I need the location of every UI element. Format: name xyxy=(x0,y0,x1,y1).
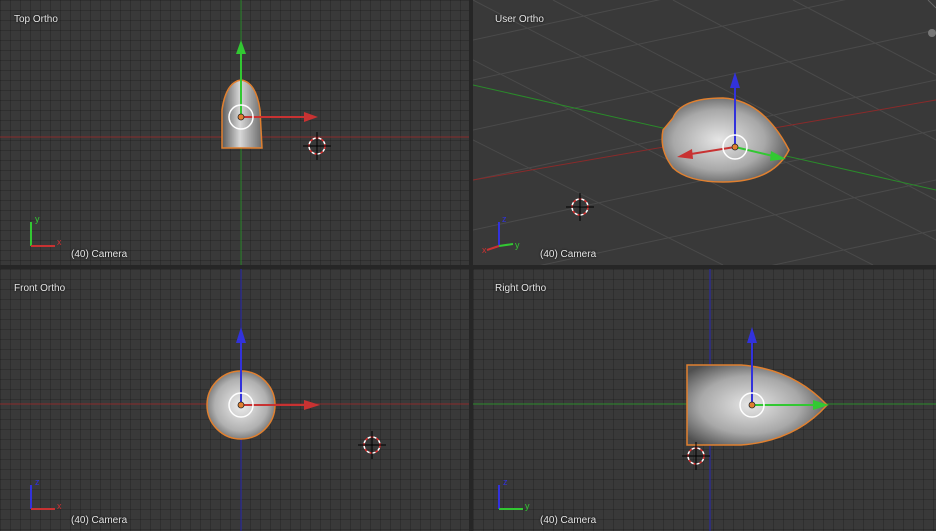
svg-text:x: x xyxy=(57,237,62,247)
svg-text:z: z xyxy=(503,477,508,487)
svg-text:x: x xyxy=(482,245,487,255)
viewport-user-ortho[interactable]: z y x User Ortho (40) Camera xyxy=(473,0,936,265)
svg-text:y: y xyxy=(525,501,530,511)
object-origin xyxy=(237,113,245,121)
viewport-divider-horizontal[interactable] xyxy=(0,265,936,269)
viewport-scene: z y xyxy=(473,269,936,531)
axis-gizmo-icon: y x xyxy=(30,214,62,247)
axis-gizmo-icon: z x xyxy=(30,477,62,511)
viewport-scene: z y x xyxy=(473,0,936,265)
object-origin xyxy=(748,401,756,409)
object-origin xyxy=(731,143,739,151)
view-name-label: Front Ortho xyxy=(14,283,66,294)
object-origin xyxy=(237,401,245,409)
axis-gizmo-icon: z y xyxy=(498,477,530,511)
viewport-front-ortho[interactable]: z x Front Ortho (40) Camera xyxy=(0,269,469,531)
svg-text:z: z xyxy=(502,214,507,224)
object-name-label: (40) Camera xyxy=(540,249,597,260)
object-name-label: (40) Camera xyxy=(540,515,597,526)
corner-split-widget-icon xyxy=(927,0,936,37)
axis-gizmo-icon: z y x xyxy=(482,214,520,255)
view-name-label: Right Ortho xyxy=(495,283,547,294)
viewport-top-ortho[interactable]: y x Top Ortho (40) Camera xyxy=(0,0,469,265)
3d-cursor-icon xyxy=(358,431,386,459)
3d-cursor-icon xyxy=(566,193,594,221)
3d-cursor-icon xyxy=(682,442,710,470)
svg-text:y: y xyxy=(35,214,40,224)
svg-text:y: y xyxy=(515,240,520,250)
3d-cursor-icon xyxy=(303,132,331,160)
object-name-label: (40) Camera xyxy=(71,515,128,526)
quad-viewports: y x Top Ortho (40) Camera z y x User Ort… xyxy=(0,0,936,531)
view-name-label: User Ortho xyxy=(495,14,544,25)
object-name-label: (40) Camera xyxy=(71,249,128,260)
svg-text:x: x xyxy=(57,501,62,511)
view-name-label: Top Ortho xyxy=(14,14,58,25)
viewport-right-ortho[interactable]: z y Right Ortho (40) Camera xyxy=(473,269,936,531)
svg-text:z: z xyxy=(35,477,40,487)
viewport-scene: y x xyxy=(0,0,469,265)
viewport-scene: z x xyxy=(0,269,469,531)
